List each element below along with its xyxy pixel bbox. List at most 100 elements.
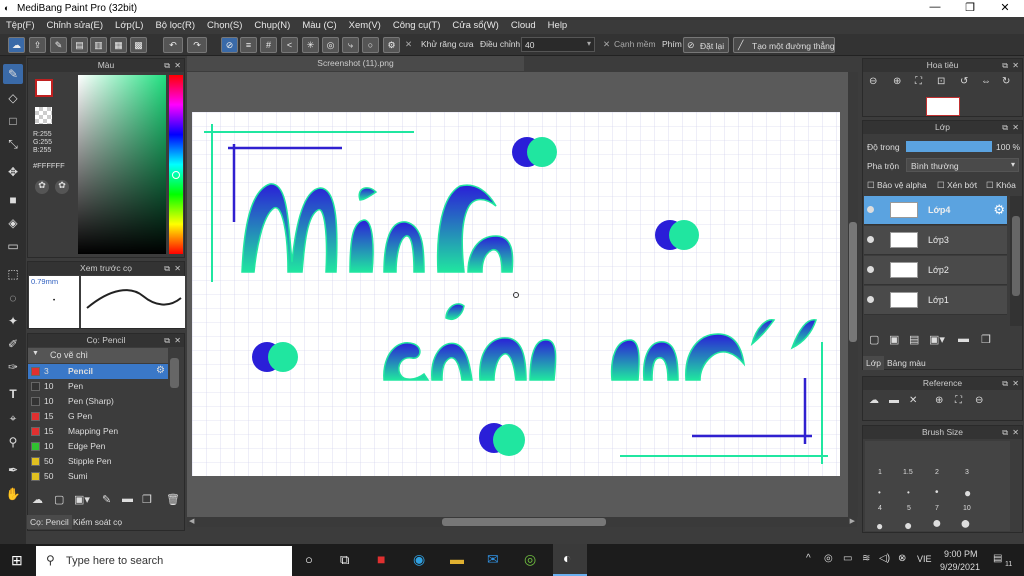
protect-alpha-checkbox[interactable]: ☐ Bảo vệ alpha xyxy=(867,180,927,191)
menu-file[interactable]: Tệp(F) xyxy=(0,17,41,31)
eyedropper-tool-icon[interactable]: ⚲ xyxy=(3,432,23,452)
shape-tool-icon[interactable]: □ xyxy=(3,111,23,131)
brush-item[interactable]: 10 Edge Pen xyxy=(28,439,168,454)
saturation-value-picker[interactable] xyxy=(78,75,166,254)
menu-color[interactable]: Màu (C) xyxy=(296,17,342,31)
layer-folder-icon[interactable]: ▬ xyxy=(958,333,969,345)
select-eraser-icon[interactable]: ✑ xyxy=(3,357,23,377)
edge-browser-icon[interactable]: ◉ xyxy=(413,551,425,568)
blend-select[interactable]: Bình thường ▾ xyxy=(906,158,1019,172)
brush-item[interactable]: 50 Stipple Pen xyxy=(28,454,168,469)
primary-color-swatch[interactable] xyxy=(35,79,53,97)
menu-layer[interactable]: Lớp(L) xyxy=(109,17,149,31)
horizontal-scrollbar[interactable]: ◀ ▶ xyxy=(187,517,857,527)
mail-icon[interactable]: ✉ xyxy=(487,551,499,568)
lock-checkbox[interactable]: ☐ Khóa xyxy=(986,180,1016,191)
clock-time[interactable]: 9:00 PM xyxy=(944,549,978,559)
clipping-checkbox[interactable]: ☐ Xén bớt xyxy=(937,180,977,191)
actual-size-icon[interactable]: ⊡ xyxy=(937,76,945,87)
adjust-select[interactable]: 40 ▾ xyxy=(521,37,595,52)
reference-zoom-out-icon[interactable]: ⊖ xyxy=(975,395,983,406)
fit-icon[interactable]: ⛶ xyxy=(915,76,922,87)
reset-button[interactable]: ⊘ Đặt lại xyxy=(683,37,729,53)
cloud-icon[interactable]: ☁ xyxy=(8,37,25,53)
layer-item[interactable]: Lớp3 xyxy=(864,226,1007,255)
snap-off-icon[interactable]: ⊘ xyxy=(221,37,238,53)
file-explorer-icon[interactable]: ▬ xyxy=(450,551,464,567)
secondary-color-swatch[interactable] xyxy=(35,107,52,124)
brush-tool-icon[interactable]: ✎ xyxy=(3,64,23,84)
antialias-checkbox[interactable]: ✕ xyxy=(405,39,412,50)
brush-settings-icon[interactable]: ✎ xyxy=(102,493,111,506)
brush-item[interactable]: 3 Pencil ⚙ xyxy=(28,364,168,379)
bucket-tool-icon[interactable]: ◈ xyxy=(3,213,23,233)
battery-icon[interactable]: ▭ xyxy=(843,553,852,564)
add-brush-cloud-icon[interactable]: ☁ xyxy=(32,493,43,506)
cortana-icon[interactable]: ○ xyxy=(305,552,313,567)
mic-muted-icon[interactable]: ⊗ xyxy=(898,553,906,564)
hand-tool-icon[interactable]: ✋ xyxy=(3,484,23,504)
select-tool-icon[interactable]: ⬚ xyxy=(3,264,23,284)
layer-item[interactable]: Lớp4 ⚙ xyxy=(864,196,1007,225)
eraser-tool-icon[interactable]: ◇ xyxy=(3,88,23,108)
snap-grid-icon[interactable]: # xyxy=(260,37,277,53)
save-icon[interactable]: ▤ xyxy=(71,37,88,53)
opacity-slider[interactable] xyxy=(906,141,992,152)
document-tab[interactable]: Screenshot (11).png xyxy=(187,56,524,71)
rotate-left-icon[interactable]: ↺ xyxy=(960,76,968,87)
fill-tool-icon[interactable]: ■ xyxy=(3,190,23,210)
export-icon[interactable]: ▥ xyxy=(90,37,107,53)
select-pen-icon[interactable]: ✐ xyxy=(3,334,23,354)
brush-size-grid[interactable]: 1 1.5 2 3 • • • ● 4 5 7 10 ● ● ● ● xyxy=(865,441,1010,533)
reference-zoom-in-icon[interactable]: ⊕ xyxy=(935,395,943,406)
menu-window[interactable]: Cửa sổ(W) xyxy=(446,17,504,31)
layer-item[interactable]: Lớp2 xyxy=(864,256,1007,285)
menu-select[interactable]: Chọn(S) xyxy=(201,17,248,31)
gear-icon[interactable]: ⚙ xyxy=(156,365,165,376)
undo-icon[interactable]: ↶ xyxy=(163,37,183,53)
snap-curve-icon[interactable]: ⤷ xyxy=(342,37,359,53)
windows-start-icon[interactable]: ⊞ xyxy=(11,552,23,569)
new-line-button[interactable]: ╱ Tạo một đường thẳng xyxy=(733,37,835,53)
brush-menu-icon[interactable]: ▣▾ xyxy=(74,493,90,506)
drawing-canvas[interactable] xyxy=(192,112,840,476)
menu-snap[interactable]: Chụp(N) xyxy=(248,17,296,31)
menu-view[interactable]: Xem(V) xyxy=(343,17,387,31)
close-button[interactable]: ✕ xyxy=(988,1,1022,14)
wifi-icon[interactable]: ≋ xyxy=(862,553,870,564)
minimize-button[interactable]: — xyxy=(918,1,952,13)
new-8bit-layer-icon[interactable]: ▤ xyxy=(909,333,919,346)
snap-perspective-icon[interactable]: < xyxy=(281,37,298,53)
visibility-icon[interactable] xyxy=(867,206,874,213)
taskbar-search[interactable]: ⚲ Type here to search xyxy=(36,546,292,576)
notification-icon[interactable]: ▤ xyxy=(993,553,1002,564)
share-icon[interactable]: ⇪ xyxy=(29,37,46,53)
flip-icon[interactable]: ⇔ xyxy=(981,76,991,87)
brush-item[interactable]: 15 G Pen xyxy=(28,409,168,424)
palette-add-icon[interactable]: ✿ xyxy=(55,180,69,194)
navigator-thumbnail[interactable] xyxy=(926,97,960,116)
brush-delete-icon[interactable]: 🗑 xyxy=(166,493,180,506)
gear-icon[interactable]: ⚙ xyxy=(993,202,1005,218)
line-tool-icon[interactable]: ⤡ xyxy=(3,134,23,154)
volume-icon[interactable]: ◁) xyxy=(879,553,890,564)
task-view-icon[interactable]: ⧉ xyxy=(340,552,349,568)
brush-list-scrollbar[interactable] xyxy=(170,358,179,388)
brush-item[interactable]: 50 Sumi xyxy=(28,469,168,484)
reference-cloud-icon[interactable]: ☁ xyxy=(869,395,879,406)
visibility-icon[interactable] xyxy=(867,296,874,303)
app-icon-green[interactable]: ◎ xyxy=(524,551,536,568)
menu-cloud[interactable]: Cloud xyxy=(505,17,542,31)
tray-chevron-icon[interactable]: ^ xyxy=(806,553,811,564)
new-layer-icon[interactable]: ▢ xyxy=(869,333,879,346)
rotate-right-icon[interactable]: ↻ xyxy=(1002,76,1010,87)
snap-settings-icon[interactable]: ⚙ xyxy=(383,37,400,53)
visibility-icon[interactable] xyxy=(867,266,874,273)
grid-icon[interactable]: ▩ xyxy=(130,37,147,53)
tab-palette[interactable]: Bảng màu xyxy=(887,358,926,368)
menu-filter[interactable]: Bộ lọc(R) xyxy=(149,17,201,31)
tray-app-icon[interactable]: ◎ xyxy=(824,553,833,564)
tab-brush-control[interactable]: Kiểm soát cọ xyxy=(73,517,122,527)
move-tool-icon[interactable]: ✥ xyxy=(3,162,23,182)
hue-handle[interactable] xyxy=(172,171,180,179)
